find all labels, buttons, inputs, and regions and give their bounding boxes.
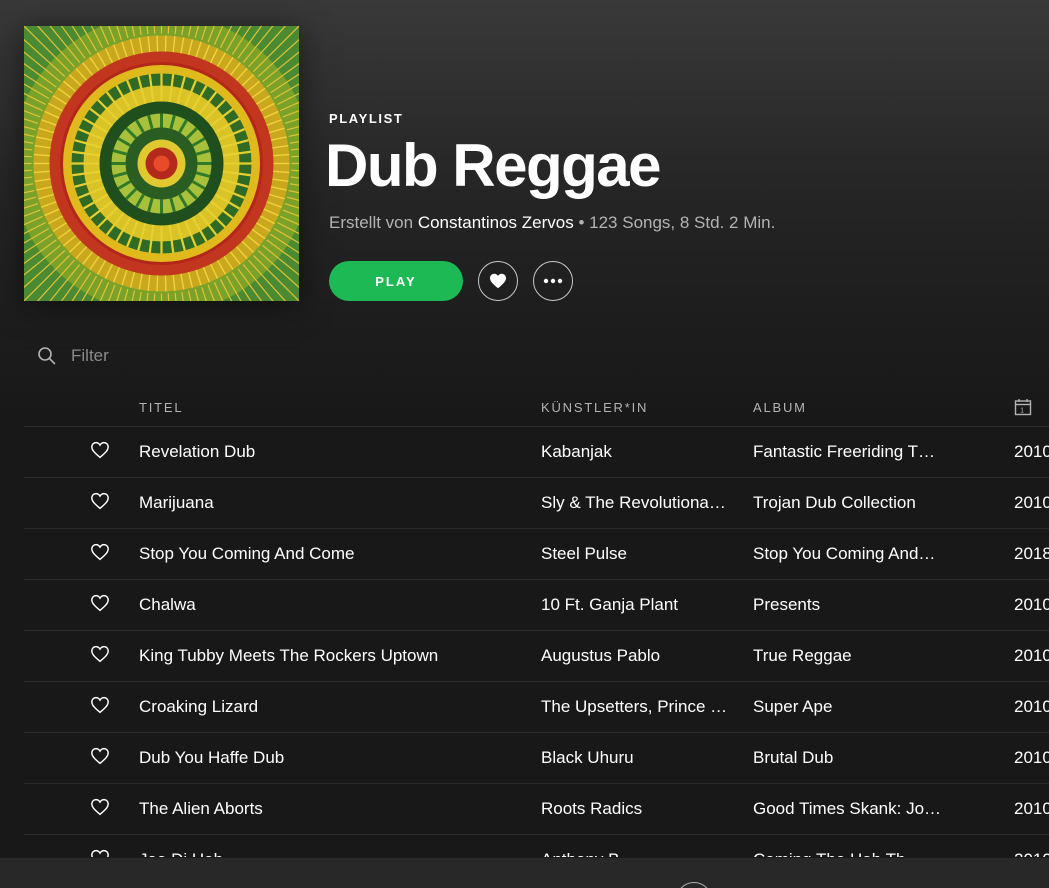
track-artist[interactable]: 10 Ft. Ganja Plant	[541, 595, 743, 615]
track-artist[interactable]: Roots Radics	[541, 799, 743, 819]
track-date: 2010	[1014, 799, 1049, 818]
track-album[interactable]: Fantastic Freeriding T…	[753, 442, 953, 462]
track-row[interactable]: Revelation Dub Kabanjak Fantastic Freeridi…	[24, 427, 1049, 478]
column-header-title[interactable]: TITEL	[139, 400, 183, 415]
track-row[interactable]: King Tubby Meets The Rockers Uptown Augus…	[24, 631, 1049, 682]
playlist-cover-image	[24, 26, 299, 301]
track-date: 2010	[1014, 646, 1049, 665]
heart-icon[interactable]	[90, 645, 110, 665]
more-icon	[543, 278, 563, 284]
track-date: 2010	[1014, 595, 1049, 614]
heart-icon[interactable]	[90, 747, 110, 767]
track-title: King Tubby Meets The Rockers Uptown	[139, 646, 439, 665]
heart-icon[interactable]	[90, 696, 110, 716]
heart-filled-icon	[490, 273, 506, 289]
track-row[interactable]: The Alien Aborts Roots Radics Good Times S…	[24, 784, 1049, 835]
track-album[interactable]: Stop You Coming And…	[753, 544, 953, 564]
track-title: The Alien Aborts	[139, 799, 263, 818]
more-options-button[interactable]	[533, 261, 573, 301]
track-row[interactable]: Stop You Coming And Come Steel Pulse Stop …	[24, 529, 1049, 580]
track-title: Croaking Lizard	[139, 697, 259, 716]
track-title: Chalwa	[139, 595, 196, 614]
calendar-icon: 1	[1014, 399, 1032, 416]
playlist-type-label: PLAYLIST	[329, 111, 404, 126]
track-album[interactable]: Presents	[753, 595, 953, 615]
track-row[interactable]: Marijuana Sly & The Revolutiona… Trojan Du…	[24, 478, 1049, 529]
heart-icon[interactable]	[90, 492, 110, 512]
column-header-artist[interactable]: KÜNSTLER*IN	[541, 400, 648, 415]
track-artist[interactable]: Black Uhuru	[541, 748, 743, 768]
playlist-stats: • 123 Songs, 8 Std. 2 Min.	[578, 213, 776, 232]
track-album[interactable]: Super Ape	[753, 697, 953, 717]
heart-icon[interactable]	[90, 798, 110, 818]
track-date: 2018	[1014, 544, 1049, 563]
owner-link[interactable]: Constantinos Zervos	[418, 213, 574, 232]
player-control-button[interactable]	[676, 882, 712, 888]
filter-box[interactable]	[37, 344, 237, 368]
created-by-label: Erstellt von	[329, 213, 414, 232]
track-title: Stop You Coming And Come	[139, 544, 355, 563]
track-artist[interactable]: Augustus Pablo	[541, 646, 743, 666]
track-row[interactable]: Croaking Lizard The Upsetters, Prince … Su…	[24, 682, 1049, 733]
search-icon	[38, 347, 56, 365]
heart-icon[interactable]	[90, 543, 110, 563]
heart-icon[interactable]	[90, 441, 110, 461]
play-button[interactable]: PLAY	[329, 261, 463, 301]
track-list: Revelation Dub Kabanjak Fantastic Freeridi…	[24, 427, 1049, 886]
playlist-page: PLAYLIST Dub Reggae Erstellt von Constan…	[0, 0, 1049, 888]
track-artist[interactable]: The Upsetters, Prince …	[541, 697, 743, 717]
track-album[interactable]: True Reggae	[753, 646, 953, 666]
track-title: Dub You Haffe Dub	[139, 748, 285, 767]
column-header-album[interactable]: ALBUM	[753, 400, 807, 415]
column-header-date[interactable]: 1	[1014, 398, 1032, 419]
like-button[interactable]	[478, 261, 518, 301]
now-playing-bar	[0, 857, 1049, 888]
track-date: 2010	[1014, 748, 1049, 767]
filter-input[interactable]	[69, 345, 233, 367]
heart-icon[interactable]	[90, 594, 110, 614]
svg-text:1: 1	[1020, 408, 1026, 415]
track-album[interactable]: Brutal Dub	[753, 748, 953, 768]
track-row[interactable]: Dub You Haffe Dub Black Uhuru Brutal Dub 20…	[24, 733, 1049, 784]
track-date: 2010	[1014, 493, 1049, 512]
track-table-header: TITEL KÜNSTLER*IN ALBUM 1	[24, 390, 1049, 427]
track-artist[interactable]: Kabanjak	[541, 442, 743, 462]
track-row[interactable]: Chalwa 10 Ft. Ganja Plant Presents 2010	[24, 580, 1049, 631]
track-album[interactable]: Good Times Skank: Jo…	[753, 799, 953, 819]
track-date: 2010	[1014, 697, 1049, 716]
playlist-meta: Erstellt von Constantinos Zervos • 123 S…	[329, 213, 775, 233]
track-album[interactable]: Trojan Dub Collection	[753, 493, 953, 513]
playlist-title: Dub Reggae	[325, 132, 662, 199]
track-title: Revelation Dub	[139, 442, 256, 461]
track-artist[interactable]: Steel Pulse	[541, 544, 743, 564]
track-date: 2010	[1014, 442, 1049, 461]
track-title: Marijuana	[139, 493, 214, 512]
track-artist[interactable]: Sly & The Revolutiona…	[541, 493, 743, 513]
